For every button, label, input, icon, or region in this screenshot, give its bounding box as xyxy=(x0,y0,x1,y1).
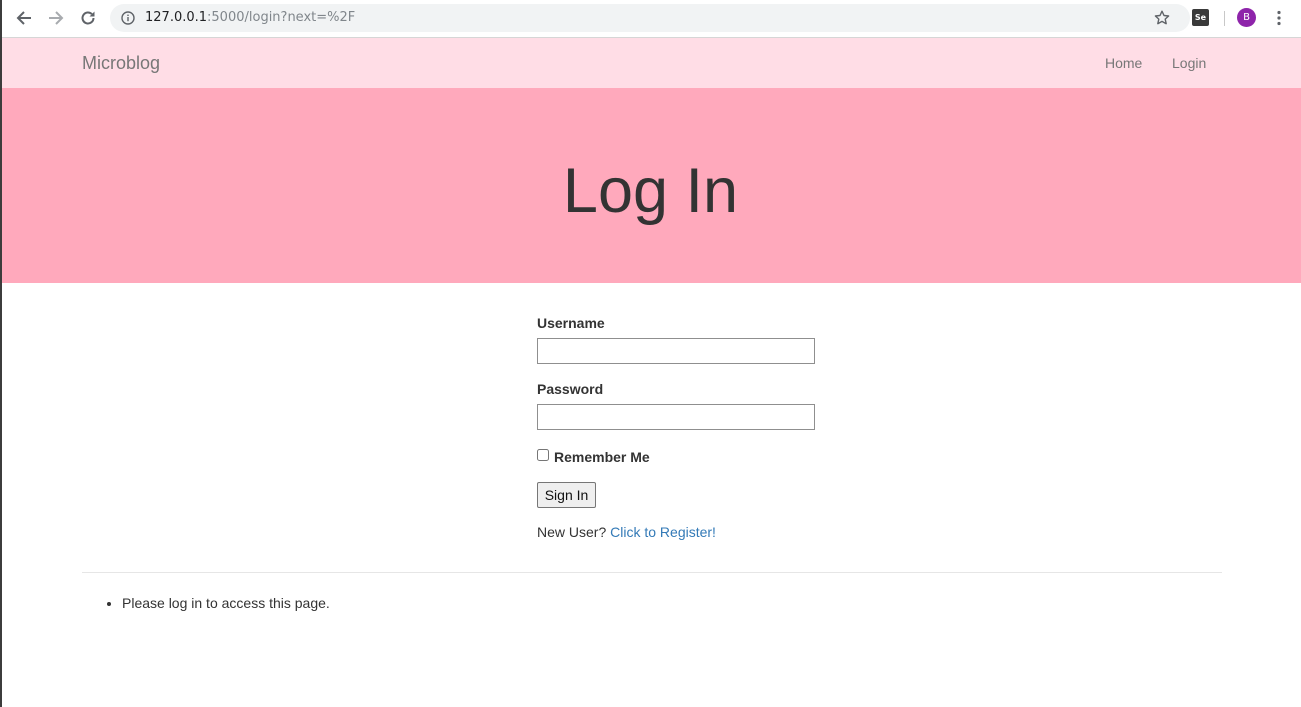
remember-me-label[interactable]: Remember Me xyxy=(554,448,650,466)
flash-messages: Please log in to access this page. xyxy=(82,594,330,612)
url-text[interactable]: 127.0.0.1:5000/login?next=%2F xyxy=(145,10,355,26)
brand-link[interactable]: Microblog xyxy=(82,52,160,74)
arrow-left-icon xyxy=(16,11,31,25)
info-icon[interactable] xyxy=(121,11,135,25)
username-input[interactable] xyxy=(537,338,815,364)
register-prompt: New User? Click to Register! xyxy=(537,523,716,541)
nav-login-link[interactable]: Login xyxy=(1172,54,1206,72)
site-navbar: Microblog Home Login xyxy=(0,38,1301,88)
window-edge xyxy=(0,0,2,707)
password-input[interactable] xyxy=(537,404,815,430)
address-bar[interactable]: 127.0.0.1:5000/login?next=%2F xyxy=(110,4,1190,32)
browser-toolbar: 127.0.0.1:5000/login?next=%2F Se B xyxy=(0,0,1301,38)
profile-avatar[interactable]: B xyxy=(1237,8,1256,27)
flash-message: Please log in to access this page. xyxy=(122,594,330,612)
nav-home-link[interactable]: Home xyxy=(1105,54,1142,72)
reload-button[interactable] xyxy=(76,6,100,30)
more-vertical-icon xyxy=(1277,10,1281,26)
new-user-text: New User? xyxy=(537,524,611,540)
browser-menu-button[interactable] xyxy=(1267,6,1291,30)
username-label: Username xyxy=(537,315,605,331)
page-title: Log In xyxy=(562,156,739,226)
remember-me-checkbox[interactable] xyxy=(537,449,549,461)
star-icon[interactable] xyxy=(1153,9,1171,27)
sign-in-button[interactable]: Sign In xyxy=(537,482,596,508)
toolbar-divider xyxy=(1224,11,1225,26)
password-label: Password xyxy=(537,381,604,397)
url-path: :5000/login?next=%2F xyxy=(207,10,356,25)
selenium-extension-icon[interactable]: Se xyxy=(1192,9,1209,26)
url-host: 127.0.0.1 xyxy=(145,10,208,25)
arrow-right-icon xyxy=(49,11,64,25)
reload-icon xyxy=(81,11,95,25)
back-button[interactable] xyxy=(12,6,36,30)
forward-button[interactable] xyxy=(44,6,68,30)
page-header: Log In xyxy=(0,88,1301,283)
register-link[interactable]: Click to Register! xyxy=(610,524,716,540)
content-divider xyxy=(82,572,1222,573)
